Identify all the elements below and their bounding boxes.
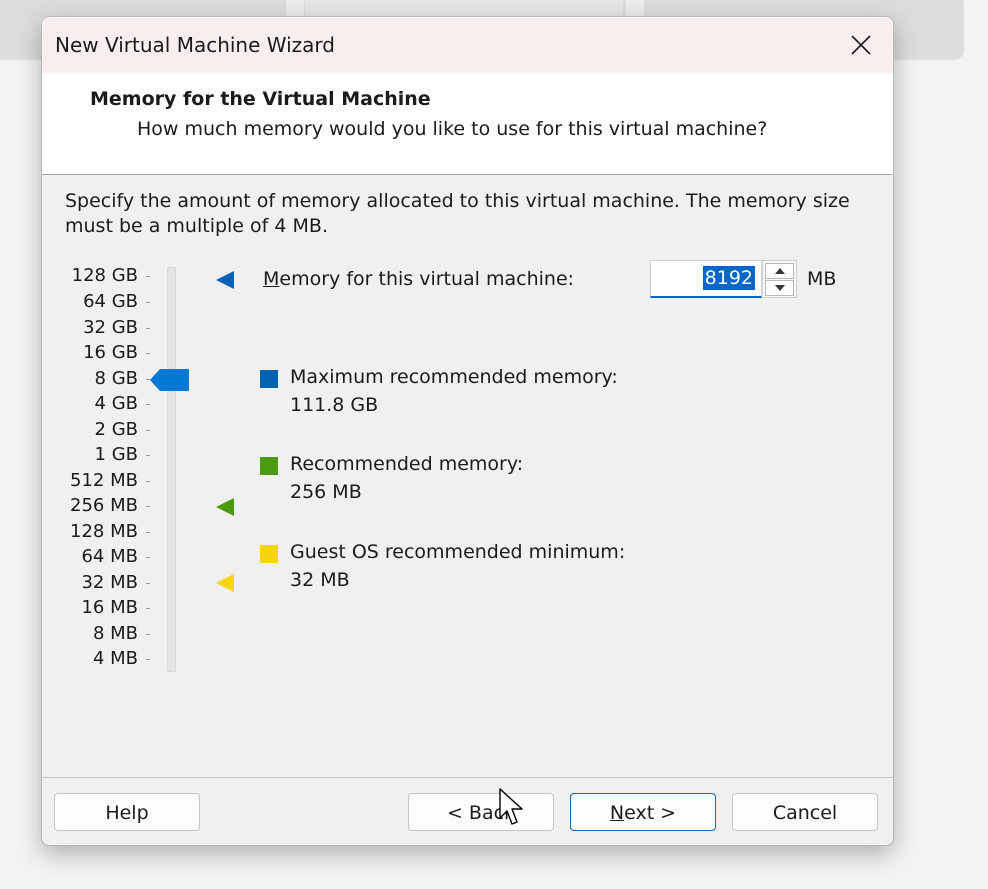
background-tab <box>626 0 644 16</box>
memory-label-text: emory for this virtual machine: <box>279 268 575 290</box>
scale-label: 512 MB <box>70 470 138 491</box>
scale-label: 16 MB <box>81 597 138 618</box>
minimum-memory-marker-icon <box>216 574 234 592</box>
max-memory-value: 111.8 GB <box>290 394 379 416</box>
memory-slider-track[interactable] <box>167 267 176 672</box>
decrement-button[interactable] <box>765 280 794 296</box>
background-tab <box>305 0 623 16</box>
recommended-memory-value: 256 MB <box>290 481 362 503</box>
scale-label: 16 GB <box>83 342 138 363</box>
recommended-memory-swatch <box>260 457 278 475</box>
minimum-memory-swatch <box>260 545 278 563</box>
memory-stepper <box>762 260 797 298</box>
scale-label: 32 GB <box>83 317 138 338</box>
scale-tick <box>146 506 150 507</box>
scale-label: 128 MB <box>70 521 138 542</box>
page-subtitle: How much memory would you like to use fo… <box>137 118 768 140</box>
chevron-up-icon <box>774 268 785 274</box>
scale-label: 64 GB <box>83 291 138 312</box>
minimum-memory-legend: Guest OS recommended minimum: 32 MB <box>290 538 625 594</box>
scale-tick <box>146 557 150 558</box>
background-tab <box>286 0 304 16</box>
next-button[interactable]: Next > <box>570 793 716 831</box>
footer-divider <box>42 777 893 778</box>
scale-tick <box>146 583 150 584</box>
scale-tick <box>146 328 150 329</box>
scale-label: 2 GB <box>94 419 138 440</box>
max-memory-swatch <box>260 370 278 388</box>
scale-label: 32 MB <box>81 572 138 593</box>
recommended-memory-legend: Recommended memory: 256 MB <box>290 450 523 506</box>
scale-label: 64 MB <box>81 546 138 567</box>
scale-label: 128 GB <box>71 265 138 286</box>
wizard-dialog: New Virtual Machine Wizard Memory for th… <box>41 16 894 846</box>
scale-label: 256 MB <box>70 495 138 516</box>
chevron-down-icon <box>774 285 785 291</box>
scale-label: 4 MB <box>92 648 138 669</box>
max-memory-label: Maximum recommended memory: <box>290 366 618 388</box>
back-button[interactable]: < Back <box>408 793 554 831</box>
close-button[interactable] <box>829 17 893 73</box>
scale-tick <box>146 532 150 533</box>
scale-tick <box>146 276 150 277</box>
scale-tick <box>146 455 150 456</box>
title-bar: New Virtual Machine Wizard <box>42 17 893 73</box>
window-title: New Virtual Machine Wizard <box>55 33 335 57</box>
increment-button[interactable] <box>765 263 794 279</box>
scale-tick <box>146 481 150 482</box>
memory-size-value: 8192 <box>702 266 755 290</box>
scale-tick <box>146 659 150 660</box>
close-icon <box>851 35 871 55</box>
recommended-memory-marker-icon <box>216 498 234 516</box>
scale-tick <box>146 634 150 635</box>
page-title: Memory for the Virtual Machine <box>90 88 431 110</box>
memory-unit: MB <box>807 268 837 290</box>
mouse-cursor-icon <box>499 788 523 825</box>
minimum-memory-label: Guest OS recommended minimum: <box>290 541 626 563</box>
scale-tick <box>146 302 150 303</box>
memory-size-input[interactable]: 8192 <box>650 260 762 298</box>
memory-slider-thumb[interactable] <box>150 368 190 392</box>
access-key: M <box>263 268 280 290</box>
scale-tick <box>146 430 150 431</box>
description-text: Specify the amount of memory allocated t… <box>65 190 850 237</box>
cancel-button[interactable]: Cancel <box>732 793 878 831</box>
scale-label: 8 MB <box>92 623 138 644</box>
max-memory-legend: Maximum recommended memory: 111.8 GB <box>290 363 618 419</box>
scale-tick <box>146 404 150 405</box>
scale-label: 4 GB <box>94 393 138 414</box>
minimum-memory-value: 32 MB <box>290 569 350 591</box>
next-button-label: ext > <box>624 802 677 824</box>
memory-field-label: Memory for this virtual machine: <box>263 268 574 290</box>
help-button[interactable]: Help <box>54 793 200 831</box>
scale-label: 8 GB <box>94 368 138 389</box>
scale-label: 1 GB <box>94 444 138 465</box>
access-key: N <box>609 802 625 824</box>
scale-tick <box>146 353 150 354</box>
max-memory-marker-icon <box>216 271 234 289</box>
scale-tick <box>146 608 150 609</box>
wizard-header: Memory for the Virtual Machine How much … <box>42 73 893 175</box>
recommended-memory-label: Recommended memory: <box>290 453 524 475</box>
